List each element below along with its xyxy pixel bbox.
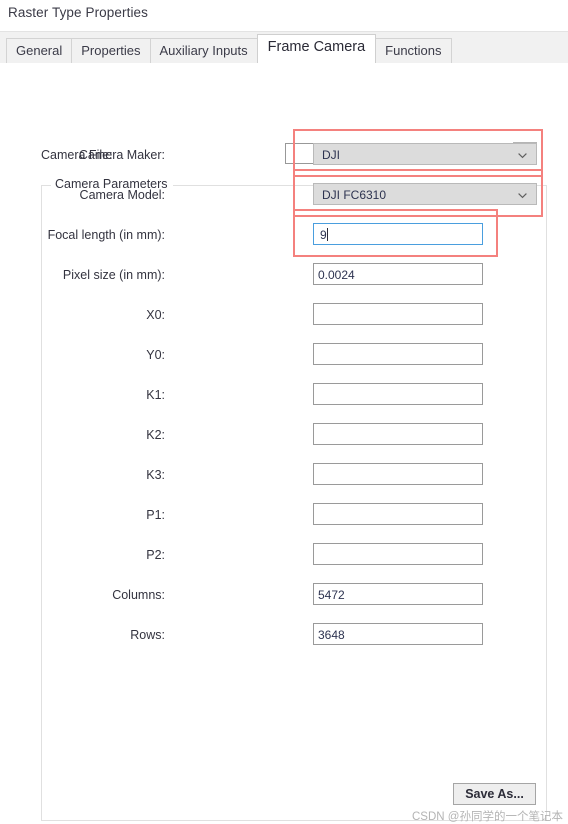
param-row: K1: <box>0 382 568 412</box>
tab-auxiliary-inputs[interactable]: Auxiliary Inputs <box>149 38 258 63</box>
param-value: DJI FC6310 <box>322 188 387 202</box>
combo-camera-maker[interactable]: DJI <box>313 143 537 165</box>
input-k3[interactable] <box>313 463 483 485</box>
param-row: Camera Maker: DJI <box>0 142 568 172</box>
csdn-watermark: CSDN @孙同学的一个笔记本 <box>412 811 563 823</box>
chevron-down-icon[interactable] <box>517 188 528 199</box>
param-label: Columns: <box>112 588 165 602</box>
param-value: 3648 <box>318 628 345 642</box>
input-x0[interactable] <box>313 303 483 325</box>
chevron-down-icon[interactable] <box>517 148 528 159</box>
param-value: 9 <box>320 228 327 242</box>
param-label: K1: <box>146 388 165 402</box>
input-k2[interactable] <box>313 423 483 445</box>
input-rows[interactable]: 3648 <box>313 623 483 645</box>
input-y0[interactable] <box>313 343 483 365</box>
save-as-button[interactable]: Save As... <box>453 783 536 805</box>
param-row: Columns: 5472 <box>0 582 568 612</box>
param-label: K3: <box>146 468 165 482</box>
param-label: X0: <box>146 308 165 322</box>
tab-list: General Properties Auxiliary Inputs Frame C… <box>6 32 452 63</box>
combo-camera-model[interactable]: DJI FC6310 <box>313 183 537 205</box>
param-row: Pixel size (in mm): 0.0024 <box>0 262 568 292</box>
param-label: Camera Maker: <box>78 148 165 162</box>
param-row: X0: <box>0 302 568 332</box>
param-row: Focal length (in mm): 9 <box>0 222 568 252</box>
param-row: P2: <box>0 542 568 572</box>
input-p1[interactable] <box>313 503 483 525</box>
param-value: 0.0024 <box>318 268 355 282</box>
param-row: Y0: <box>0 342 568 372</box>
input-focal-length-in-mm[interactable]: 9 <box>313 223 483 245</box>
param-row: K3: <box>0 462 568 492</box>
param-row: Camera Model: DJI FC6310 <box>0 182 568 212</box>
text-cursor <box>326 228 328 241</box>
tab-frame-camera[interactable]: Frame Camera <box>256 34 377 63</box>
param-label: Rows: <box>130 628 165 642</box>
tab-general[interactable]: General <box>6 38 73 63</box>
param-value: 5472 <box>318 588 345 602</box>
param-row: P1: <box>0 502 568 532</box>
input-columns[interactable]: 5472 <box>313 583 483 605</box>
param-row: K2: <box>0 422 568 452</box>
param-label: Focal length (in mm): <box>47 228 165 242</box>
param-label: Camera Model: <box>79 188 165 202</box>
tab-strip: General Properties Auxiliary Inputs Frame C… <box>0 32 568 64</box>
param-label: P1: <box>146 508 165 522</box>
tab-properties[interactable]: Properties <box>71 38 151 63</box>
tab-functions[interactable]: Functions <box>375 38 452 63</box>
param-label: Y0: <box>146 348 165 362</box>
input-pixel-size-in-mm[interactable]: 0.0024 <box>313 263 483 285</box>
param-value: DJI <box>322 148 340 162</box>
window-title: Raster Type Properties <box>8 5 149 20</box>
tab-content-frame-camera: Camera File: Camera Parameters Camera Ma… <box>0 63 568 823</box>
param-label: P2: <box>146 548 165 562</box>
input-p2[interactable] <box>313 543 483 565</box>
param-row: Rows: 3648 <box>0 622 568 652</box>
param-label: Pixel size (in mm): <box>62 268 165 282</box>
input-k1[interactable] <box>313 383 483 405</box>
param-label: K2: <box>146 428 165 442</box>
